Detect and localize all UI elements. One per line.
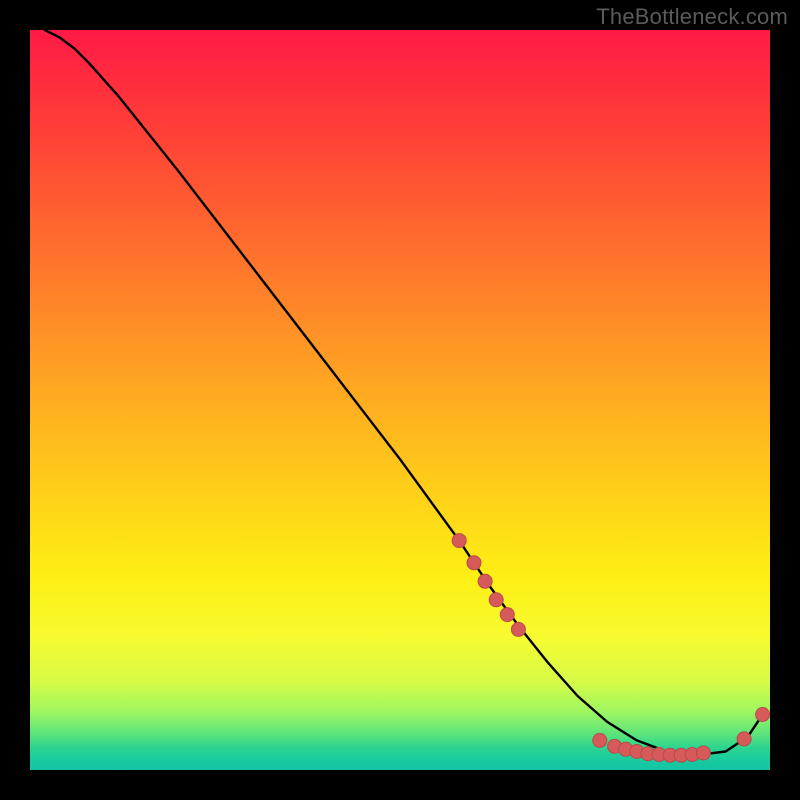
data-point	[619, 742, 633, 756]
data-point	[478, 574, 492, 588]
data-point	[489, 593, 503, 607]
chart-frame: TheBottleneck.com	[0, 0, 800, 800]
marker-group	[452, 534, 769, 763]
data-point	[511, 622, 525, 636]
data-point	[593, 733, 607, 747]
data-point	[630, 745, 644, 759]
data-point	[500, 608, 514, 622]
data-point	[737, 732, 751, 746]
data-point	[452, 534, 466, 548]
watermark-text: TheBottleneck.com	[596, 4, 788, 30]
data-point	[641, 747, 655, 761]
bottleneck-curve-path	[45, 30, 763, 755]
data-point	[608, 739, 622, 753]
plot-area	[30, 30, 770, 770]
data-point	[685, 747, 699, 761]
data-point	[467, 556, 481, 570]
data-point	[696, 746, 710, 760]
data-point	[756, 708, 770, 722]
curve-svg	[30, 30, 770, 770]
data-point	[652, 747, 666, 761]
data-point	[674, 748, 688, 762]
data-point	[663, 748, 677, 762]
